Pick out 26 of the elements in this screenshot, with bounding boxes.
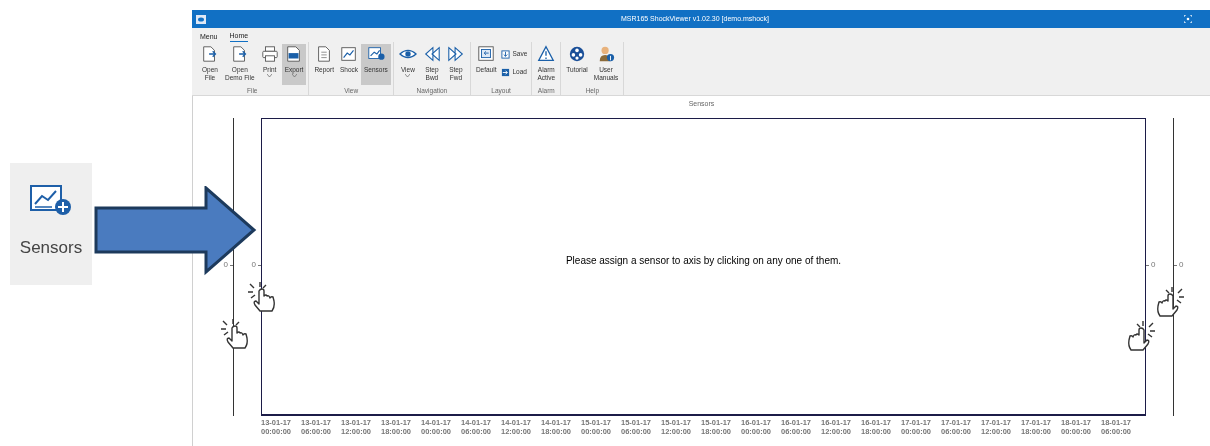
caret-icon bbox=[405, 74, 411, 77]
ribbon-icon bbox=[477, 45, 496, 63]
ribbon-icon bbox=[230, 45, 249, 63]
ribbon-icon bbox=[201, 45, 219, 63]
ribbon-icon bbox=[446, 45, 465, 63]
caret-icon bbox=[267, 74, 273, 77]
fullscreen-icon[interactable] bbox=[1184, 15, 1192, 23]
ribbon-icon bbox=[366, 45, 385, 63]
ribbon-icon bbox=[339, 45, 358, 63]
sensors-icon bbox=[30, 185, 72, 217]
ribbon-icon bbox=[597, 45, 616, 63]
axis-tick-label: 0 bbox=[1179, 259, 1184, 271]
callout-label: Sensors bbox=[19, 237, 83, 259]
caret-icon bbox=[291, 74, 297, 77]
ribbon-icon bbox=[422, 45, 441, 63]
axis-tick-label: 0 bbox=[1151, 259, 1156, 271]
app-icon bbox=[196, 14, 206, 24]
ribbon-icon bbox=[537, 45, 556, 63]
ribbon-icon bbox=[568, 45, 587, 63]
ribbon-icon bbox=[501, 67, 511, 77]
ribbon-icon bbox=[285, 45, 303, 63]
axis-tick-label: 0 bbox=[251, 259, 256, 271]
ribbon-icon bbox=[260, 45, 279, 63]
axis-tick-label: 0 bbox=[223, 259, 228, 271]
chart-message: Please assign a sensor to axis by clicking on any one of them. bbox=[565, 254, 842, 268]
ribbon-icon bbox=[501, 49, 511, 59]
